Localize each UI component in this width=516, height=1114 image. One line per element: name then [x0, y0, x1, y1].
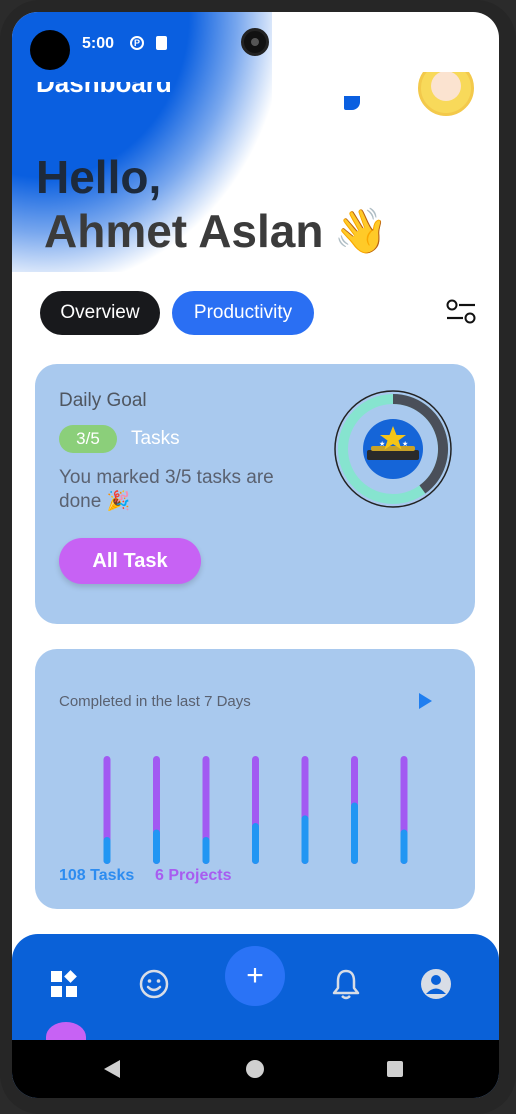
dashboard-icon[interactable]	[46, 966, 82, 1002]
camera-cutout	[30, 30, 70, 70]
tab-productivity[interactable]: Productivity	[172, 291, 314, 335]
daily-goal-card: Daily Goal 3/5 Tasks You marked 3/5 task…	[35, 364, 475, 624]
home-icon[interactable]	[246, 1060, 264, 1078]
completed-chart-card: Completed in the last 7 Days 108 Tasks 6…	[35, 649, 475, 909]
tab-overview[interactable]: Overview	[40, 291, 160, 335]
task-count-badge: 3/5	[59, 425, 117, 453]
filter-icon[interactable]	[446, 298, 476, 326]
bell-icon[interactable]	[328, 966, 364, 1002]
bar-tasks-1	[153, 829, 160, 864]
waving-hand-icon: 👋	[333, 207, 389, 256]
svg-text:★: ★	[379, 440, 385, 448]
notification-icon[interactable]	[344, 96, 360, 110]
smiley-icon[interactable]	[136, 966, 172, 1002]
goal-progress-ring: ★ ★	[334, 390, 452, 508]
bar-tasks-6	[400, 829, 408, 864]
front-camera	[241, 28, 269, 56]
bar-tasks-3	[252, 822, 259, 864]
app-notification-icon: P	[130, 36, 144, 50]
tasks-count: 108 Tasks	[59, 867, 135, 884]
plus-icon: +	[246, 959, 264, 992]
daily-goal-title: Daily Goal	[59, 390, 147, 411]
add-button[interactable]: +	[225, 946, 285, 1006]
bar-tasks-4	[301, 815, 309, 864]
greeting-name: Ahmet Aslan	[44, 205, 324, 257]
system-navigation-bar	[12, 1040, 499, 1098]
sd-card-icon	[156, 36, 167, 50]
projects-count: 6 Projects	[155, 867, 232, 884]
app-screen: 5:00 P Dashboard Hello, Ahmet Aslan 👋 Ov…	[12, 12, 499, 1098]
avatar[interactable]	[418, 72, 474, 122]
profile-icon[interactable]	[418, 966, 454, 1002]
all-task-button[interactable]: All Task	[59, 538, 201, 584]
recents-icon[interactable]	[387, 1061, 403, 1077]
greeting-hello: Hello,	[36, 151, 162, 203]
greeting-name-line: Ahmet Aslan 👋	[44, 204, 388, 258]
status-time: 5:00	[82, 35, 115, 52]
bar-tasks-2	[202, 837, 210, 864]
task-count-label: Tasks	[131, 428, 180, 449]
page-title: Dashboard	[36, 82, 172, 98]
bar-tasks-0	[103, 837, 111, 864]
goal-message: You marked 3/5 tasks are done 🎉	[59, 467, 274, 512]
bar-tasks-5	[351, 802, 358, 864]
back-icon[interactable]	[104, 1060, 120, 1078]
svg-text:★: ★	[402, 440, 408, 448]
status-bar: 5:00 P	[12, 12, 499, 72]
